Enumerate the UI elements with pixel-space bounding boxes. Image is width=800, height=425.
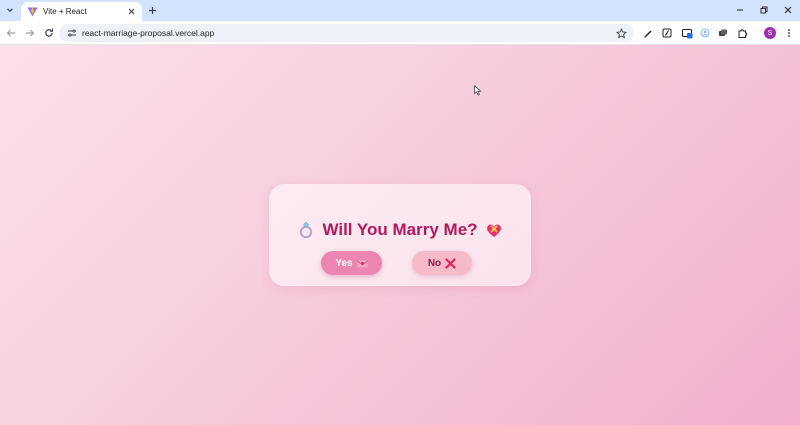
yes-button[interactable]: Yes	[321, 251, 382, 275]
plus-icon	[149, 7, 156, 14]
page-title: Will You Marry Me?	[322, 220, 478, 239]
site-info-icon[interactable]	[66, 28, 77, 39]
arrow-right-icon	[26, 29, 35, 37]
chat-extension-icon[interactable]	[716, 26, 730, 40]
minimize-button[interactable]	[733, 3, 747, 17]
profile-initial: S	[767, 29, 773, 37]
tab-active[interactable]: Vite + React	[21, 2, 142, 21]
reload-button[interactable]	[42, 26, 56, 40]
yes-button-label: Yes	[335, 257, 353, 269]
url-text: react-marriage-proposal.vercel.app	[82, 28, 215, 38]
reload-icon	[45, 28, 53, 37]
close-icon	[784, 6, 792, 14]
pen-extension-icon[interactable]	[641, 26, 655, 40]
back-button[interactable]	[4, 26, 18, 40]
script-extension-icon[interactable]	[660, 26, 674, 40]
chevron-down-icon	[7, 8, 13, 13]
heart-ribbon-icon	[485, 221, 503, 239]
vite-logo-icon	[27, 6, 38, 17]
tab-title: Vite + React	[43, 7, 87, 16]
profile-avatar[interactable]: S	[764, 27, 776, 39]
mouse-cursor-icon	[474, 85, 482, 96]
arrow-left-icon	[6, 29, 15, 37]
tab-strip: Vite + React	[0, 0, 800, 21]
close-tab-icon[interactable]	[126, 6, 137, 17]
ring-icon	[297, 221, 315, 239]
cross-mark-icon	[445, 257, 456, 269]
new-tab-button[interactable]	[146, 4, 159, 17]
bookmark-star-icon[interactable]	[614, 26, 628, 40]
restore-icon	[760, 6, 768, 14]
proposal-card: Will You Marry Me? Yes No	[269, 184, 531, 286]
address-bar[interactable]: react-marriage-proposal.vercel.app	[59, 24, 634, 42]
extensions-puzzle-icon[interactable]	[735, 26, 749, 40]
no-button[interactable]: No	[412, 251, 472, 275]
browser-toolbar: react-marriage-proposal.vercel.app	[0, 21, 800, 45]
more-menu-icon[interactable]	[782, 26, 796, 40]
minimize-icon	[737, 9, 743, 11]
proposal-heading: Will You Marry Me?	[269, 220, 531, 240]
tab-search-button[interactable]	[3, 3, 17, 17]
restore-button[interactable]	[757, 3, 771, 17]
forward-button[interactable]	[23, 26, 37, 40]
account-extension-icon[interactable]	[698, 26, 712, 40]
close-window-button[interactable]	[781, 3, 795, 17]
cast-extension-icon[interactable]	[680, 26, 694, 40]
love-letter-icon	[356, 258, 368, 269]
page-viewport: Will You Marry Me? Yes No	[0, 45, 800, 425]
no-button-label: No	[427, 257, 442, 269]
